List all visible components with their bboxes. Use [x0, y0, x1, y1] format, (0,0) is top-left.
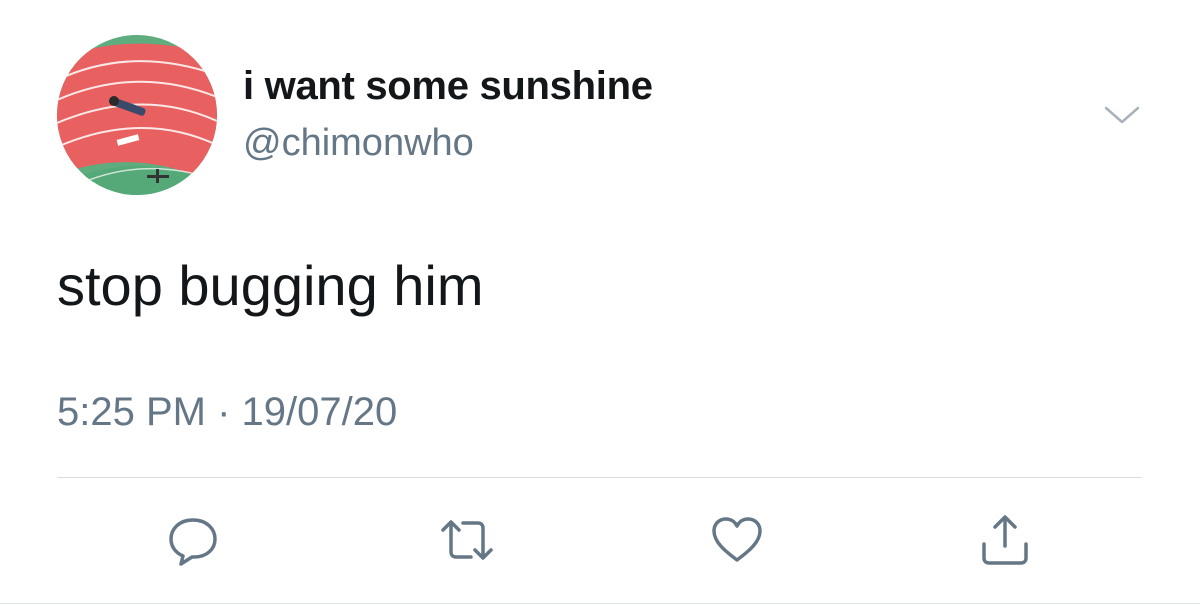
retweet-icon[interactable]: [437, 512, 497, 568]
divider: [57, 477, 1142, 478]
avatar[interactable]: [57, 35, 217, 195]
avatar-image: [57, 35, 217, 195]
share-icon[interactable]: [975, 512, 1035, 568]
tweet-text: stop bugging him: [57, 254, 484, 317]
heart-icon[interactable]: [707, 512, 767, 568]
chevron-down-icon[interactable]: [1100, 100, 1144, 130]
reply-icon[interactable]: [163, 512, 223, 568]
display-name[interactable]: i want some sunshine: [243, 64, 653, 109]
tweet: i want some sunshine @chimonwho stop bug…: [0, 0, 1200, 606]
timestamp[interactable]: 5:25 PM · 19/07/20: [57, 390, 397, 435]
bottom-divider: [0, 603, 1200, 604]
user-handle[interactable]: @chimonwho: [243, 122, 474, 165]
